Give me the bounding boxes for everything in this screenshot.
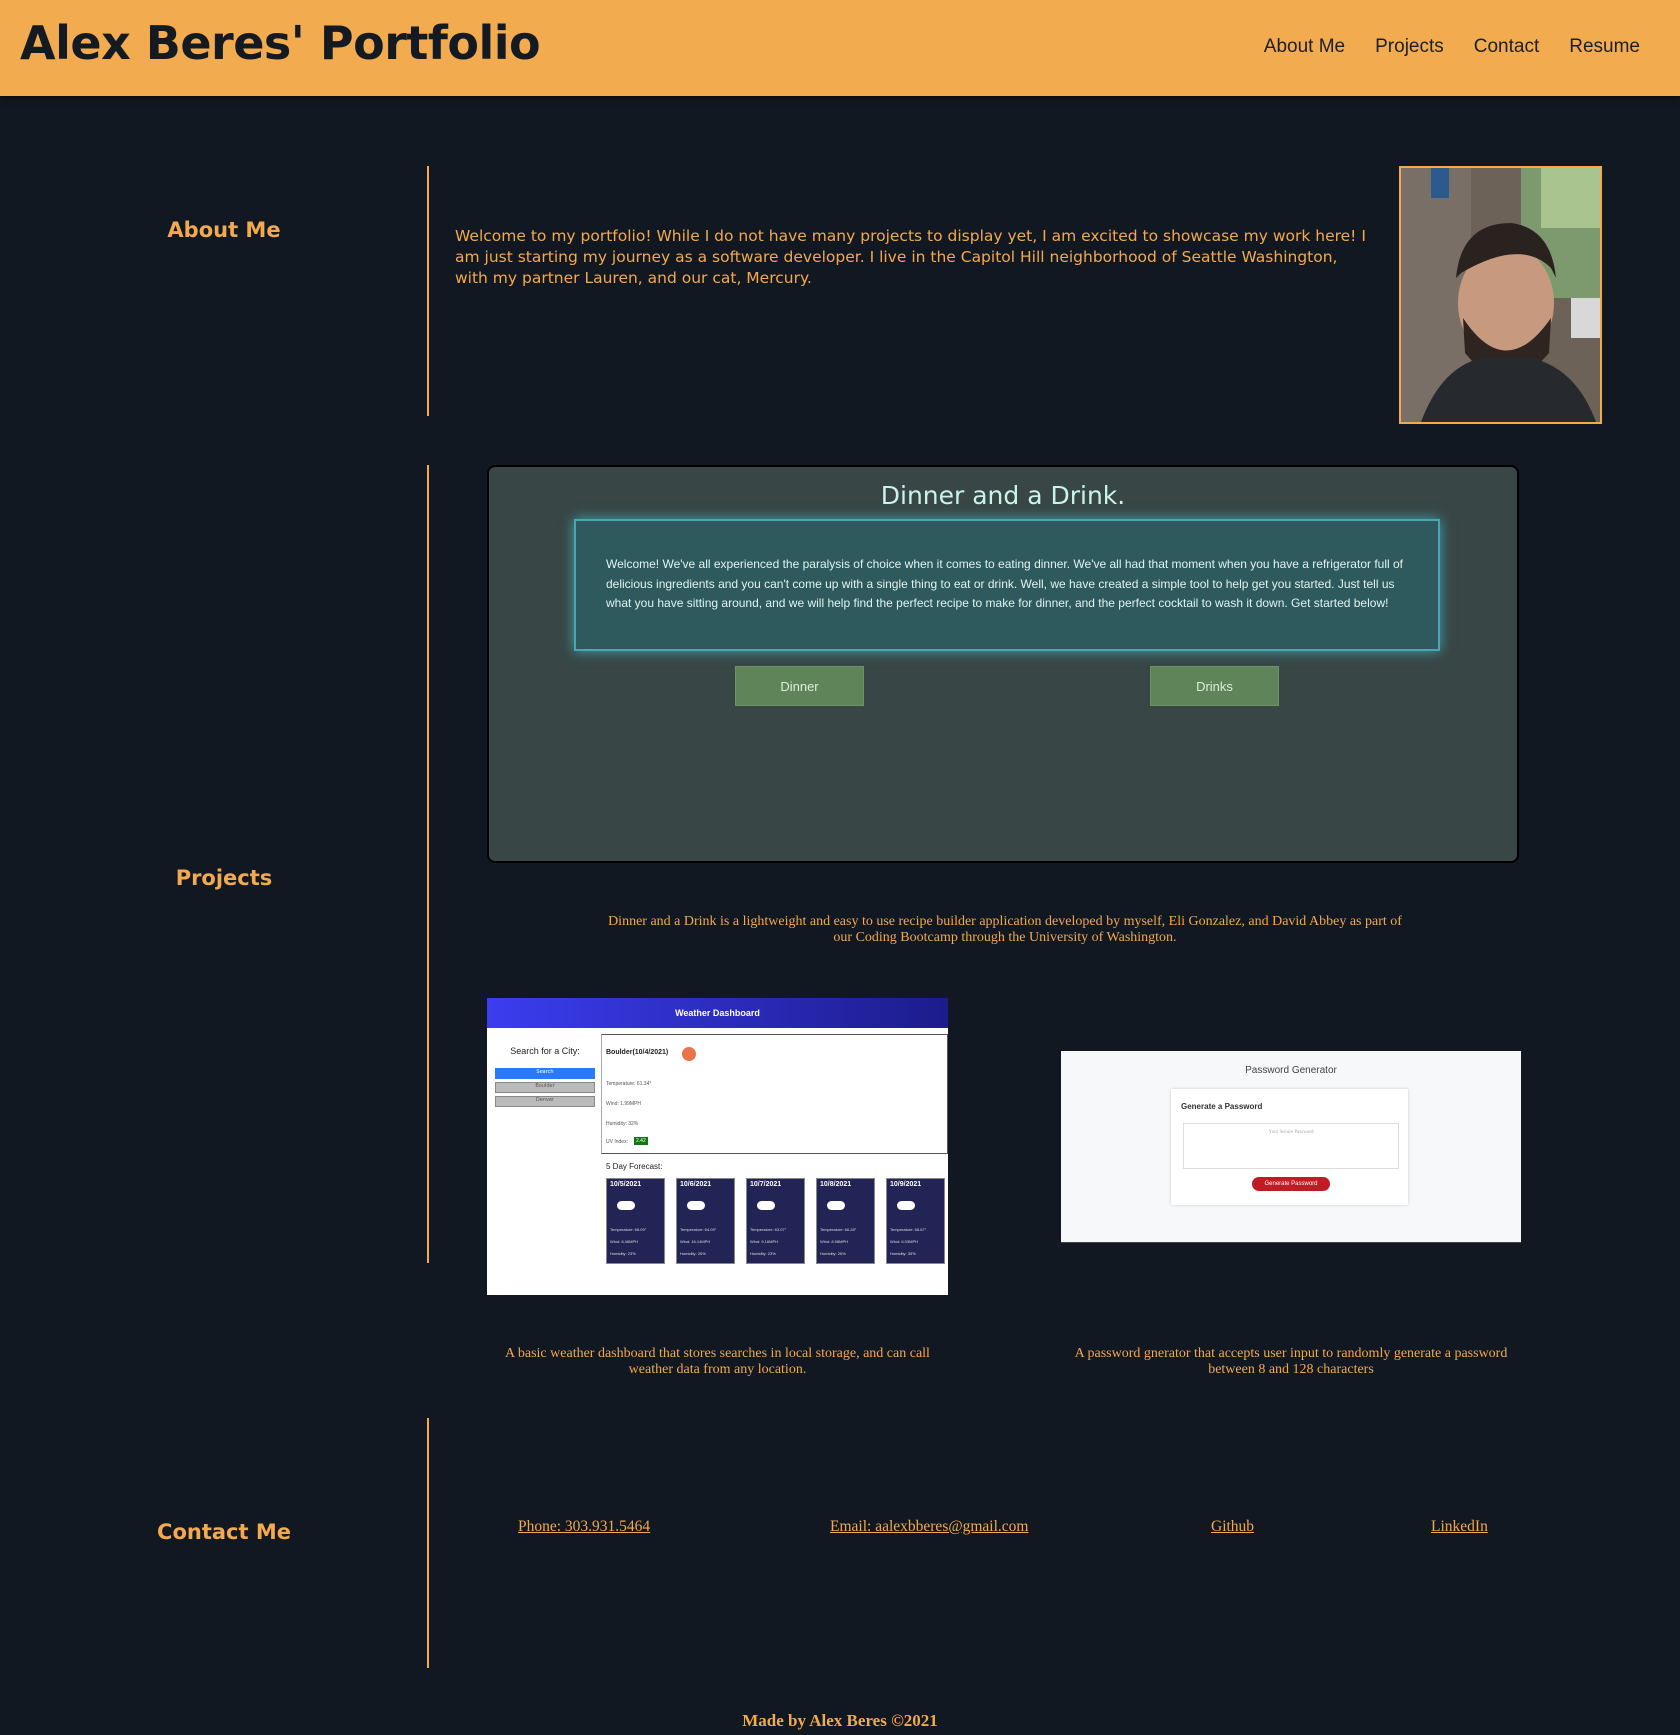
dinner-drink-caption: Dinner and a Drink is a lightweight and …	[608, 914, 1402, 945]
password-card-heading: Generate a Password	[1181, 1102, 1263, 1111]
weather-wind: Wind: 1.99MPH	[606, 1101, 642, 1107]
weather-uv-label: UV Index:	[606, 1139, 628, 1145]
weather-history-1: Boulder	[495, 1082, 595, 1093]
weather-history-2: Denver	[495, 1096, 595, 1107]
sun-icon	[682, 1047, 696, 1061]
contact-divider	[427, 1418, 429, 1668]
nav-contact[interactable]: Contact	[1474, 36, 1539, 58]
forecast-temp: Temperature: 58.67°	[890, 1227, 927, 1232]
cloud-icon	[617, 1201, 635, 1210]
contact-email-link[interactable]: Email: aalexbberes@gmail.com	[830, 1518, 1028, 1536]
weather-humidity: Humidity: 32%	[606, 1121, 639, 1127]
weather-search-panel: Search for a City: Search Boulder Denver	[495, 1046, 595, 1107]
forecast-wind: Wind: 16.14MPH	[680, 1239, 711, 1244]
password-generator-screenshot[interactable]: Password Generator Generate a Password Y…	[1061, 1051, 1521, 1243]
forecast-card: 10/6/2021 Temperature: 64.09° Wind: 16.1…	[676, 1178, 735, 1264]
forecast-date: 10/7/2021	[750, 1181, 782, 1188]
forecast-temp: Temperature: 64.09°	[680, 1227, 717, 1232]
dinner-button[interactable]: Dinner	[735, 666, 864, 706]
drinks-button[interactable]: Drinks	[1150, 666, 1279, 706]
forecast-card: 10/5/2021 Temperature: 68.09° Wind: 8.46…	[606, 1178, 665, 1264]
weather-caption: A basic weather dashboard that stores se…	[505, 1346, 930, 1377]
forecast-wind: Wind: 8.98MPH	[820, 1239, 849, 1244]
contact-linkedin-link[interactable]: LinkedIn	[1431, 1518, 1488, 1536]
forecast-temp: Temperature: 68.09°	[610, 1227, 647, 1232]
forecast-date: 10/8/2021	[820, 1181, 852, 1188]
site-title: Alex Beres' Portfolio	[20, 16, 541, 70]
portrait-image	[1401, 168, 1600, 422]
about-heading: About Me	[167, 218, 281, 242]
forecast-label: 5 Day Forecast:	[606, 1162, 663, 1171]
projects-heading: Projects	[175, 866, 273, 890]
cloud-icon	[757, 1201, 775, 1210]
dinner-drink-intro: Welcome! We've all experienced the paral…	[574, 519, 1440, 651]
weather-city: Boulder(10/4/2021)	[606, 1049, 669, 1056]
password-card: Generate a Password Your Secure Password…	[1171, 1089, 1408, 1205]
contact-github-link[interactable]: Github	[1211, 1518, 1254, 1536]
forecast-wind: Wind: 8.46MPH	[610, 1239, 639, 1244]
forecast-temp: Temperature: 63.07°	[750, 1227, 787, 1232]
contact-phone-link[interactable]: Phone: 303.931.5464	[518, 1518, 650, 1536]
password-caption: A password gnerator that accepts user in…	[1074, 1346, 1508, 1377]
password-title: Password Generator	[1245, 1065, 1337, 1076]
forecast-humidity: Humidity: 35%	[890, 1251, 916, 1256]
forecast-date: 10/9/2021	[890, 1181, 922, 1188]
password-output: Your Secure Password	[1183, 1123, 1399, 1169]
weather-current: Boulder(10/4/2021) Temperature: 61.34° W…	[601, 1034, 948, 1154]
weather-search-label: Search for a City:	[510, 1046, 580, 1056]
weather-dashboard-screenshot[interactable]: Weather Dashboard Search for a City: Sea…	[487, 998, 948, 1295]
weather-uv-value: 2.42	[634, 1137, 648, 1145]
cloud-icon	[897, 1201, 915, 1210]
dinner-drink-title: Dinner and a Drink.	[880, 481, 1126, 510]
contact-heading: Contact Me	[157, 1520, 291, 1544]
forecast-date: 10/6/2021	[680, 1181, 712, 1188]
weather-temp: Temperature: 61.34°	[606, 1081, 652, 1087]
forecast-card: 10/7/2021 Temperature: 63.07° Wind: 9.16…	[746, 1178, 805, 1264]
forecast-humidity: Humidity: 23%	[610, 1251, 636, 1256]
about-divider	[427, 166, 429, 416]
forecast-wind: Wind: 9.16MPH	[750, 1239, 779, 1244]
nav-projects[interactable]: Projects	[1375, 36, 1444, 58]
site-footer: Made by Alex Beres ©2021	[742, 1711, 938, 1730]
main-nav: About Me Projects Contact Resume	[1264, 36, 1640, 58]
nav-about-me[interactable]: About Me	[1264, 36, 1345, 58]
dinner-drink-screenshot[interactable]: Dinner and a Drink. Welcome! We've all e…	[487, 465, 1519, 863]
cloud-icon	[687, 1201, 705, 1210]
forecast-wind: Wind: 6.03MPH	[890, 1239, 919, 1244]
forecast-card: 10/9/2021 Temperature: 58.67° Wind: 6.03…	[886, 1178, 945, 1264]
projects-divider	[427, 465, 429, 1263]
generate-password-button: Generate Password	[1252, 1177, 1330, 1191]
nav-resume[interactable]: Resume	[1569, 36, 1640, 58]
forecast-date: 10/5/2021	[610, 1181, 642, 1188]
forecast-temp: Temperature: 66.28°	[820, 1227, 857, 1232]
forecast-card: 10/8/2021 Temperature: 66.28° Wind: 8.98…	[816, 1178, 875, 1264]
weather-search-button: Search	[495, 1068, 595, 1079]
profile-photo	[1399, 166, 1602, 424]
about-text: Welcome to my portfolio! While I do not …	[455, 227, 1366, 287]
forecast-humidity: Humidity: 26%	[820, 1251, 846, 1256]
weather-header: Weather Dashboard	[487, 998, 948, 1028]
password-placeholder: Your Secure Password	[1268, 1130, 1314, 1135]
forecast-humidity: Humidity: 26%	[680, 1251, 706, 1256]
cloud-icon	[827, 1201, 845, 1210]
site-header: Alex Beres' Portfolio About Me Projects …	[0, 0, 1680, 96]
forecast-humidity: Humidity: 23%	[750, 1251, 776, 1256]
